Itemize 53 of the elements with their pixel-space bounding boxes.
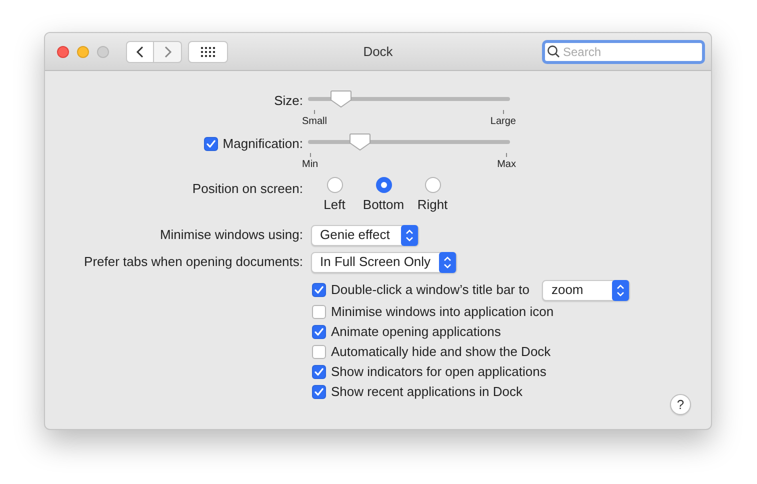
option-label: Show recent applications in Dock — [331, 382, 522, 401]
tick-mark — [310, 153, 311, 157]
checkbox[interactable] — [312, 304, 326, 318]
minimise-effect-popup[interactable]: Genie effect — [311, 224, 419, 246]
close-button[interactable] — [57, 46, 69, 58]
minimize-button[interactable] — [77, 46, 89, 58]
help-button[interactable]: ? — [670, 394, 691, 415]
grid-icon — [201, 46, 215, 56]
position-label: Position on screen: — [192, 180, 303, 198]
prefer-tabs-popup[interactable]: In Full Screen Only — [311, 252, 457, 272]
slider-thumb[interactable] — [330, 90, 352, 108]
slider-track[interactable] — [308, 132, 510, 152]
tick-mark — [314, 110, 315, 114]
search-field[interactable]: Search — [542, 40, 705, 64]
slider-max-label: Max — [497, 158, 516, 171]
stepper-icon — [439, 252, 456, 272]
option-label: Animate opening applications — [331, 322, 501, 341]
checkbox[interactable] — [312, 344, 326, 358]
magnification-label: Magnification: — [222, 135, 303, 153]
checkbox[interactable] — [312, 283, 326, 297]
checkbox[interactable] — [204, 136, 218, 151]
radio-label: Left — [324, 196, 346, 214]
minimise-label: Minimise windows using: — [160, 226, 303, 244]
stepper-icon — [612, 280, 630, 300]
back-button[interactable] — [126, 40, 154, 62]
option-label: Automatically hide and show the Dock — [331, 342, 551, 361]
size-label: Size: — [274, 92, 303, 110]
search-icon — [547, 44, 560, 58]
stepper-icon — [401, 224, 418, 246]
slider-min-label: Small — [302, 115, 328, 128]
slider-track[interactable] — [308, 89, 510, 109]
radio-label: Right — [417, 196, 448, 214]
tick-mark — [506, 153, 508, 157]
radio-button[interactable] — [376, 177, 392, 193]
window-title: Dock — [363, 42, 393, 61]
slider-thumb[interactable] — [349, 133, 372, 151]
checkbox[interactable] — [312, 364, 326, 378]
slider-min-label: Min — [302, 158, 318, 171]
prefer-tabs-label: Prefer tabs when opening documents: — [84, 253, 303, 272]
slider-max-label: Large — [490, 115, 516, 128]
checkbox[interactable] — [312, 384, 326, 398]
chevron-right-icon — [164, 46, 172, 58]
chevron-left-icon — [136, 46, 144, 58]
radio-label: Bottom — [362, 196, 404, 214]
option-label: Minimise windows into application icon — [331, 302, 554, 321]
radio-button[interactable] — [326, 177, 342, 193]
show-all-button[interactable] — [188, 40, 228, 62]
radio-button[interactable] — [424, 177, 440, 193]
tick-mark — [502, 110, 504, 114]
checkbox[interactable] — [312, 324, 326, 338]
option-label: Double-click a window’s title bar to — [331, 281, 530, 300]
title-bar-action-popup[interactable]: zoom — [542, 280, 630, 300]
option-label: Show indicators for open applications — [331, 362, 546, 381]
